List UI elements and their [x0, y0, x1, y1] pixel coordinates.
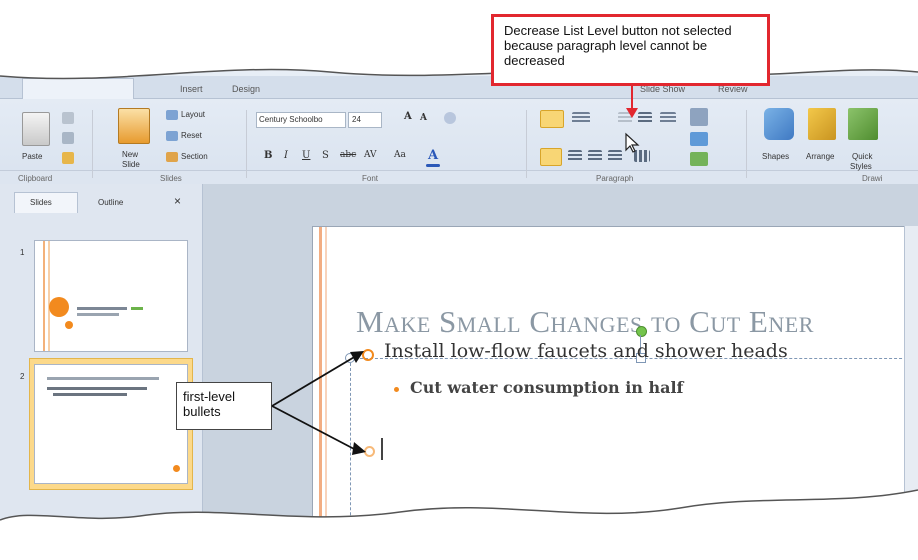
decrease-list-level-callout: Decrease List Level button not selected …: [491, 14, 770, 86]
callout-arrow-red: [626, 86, 638, 118]
first-level-bullets-callout: first-level bullets: [176, 382, 272, 430]
torn-paper-outline: [0, 68, 918, 521]
callout-arrows-black: [271, 351, 366, 455]
